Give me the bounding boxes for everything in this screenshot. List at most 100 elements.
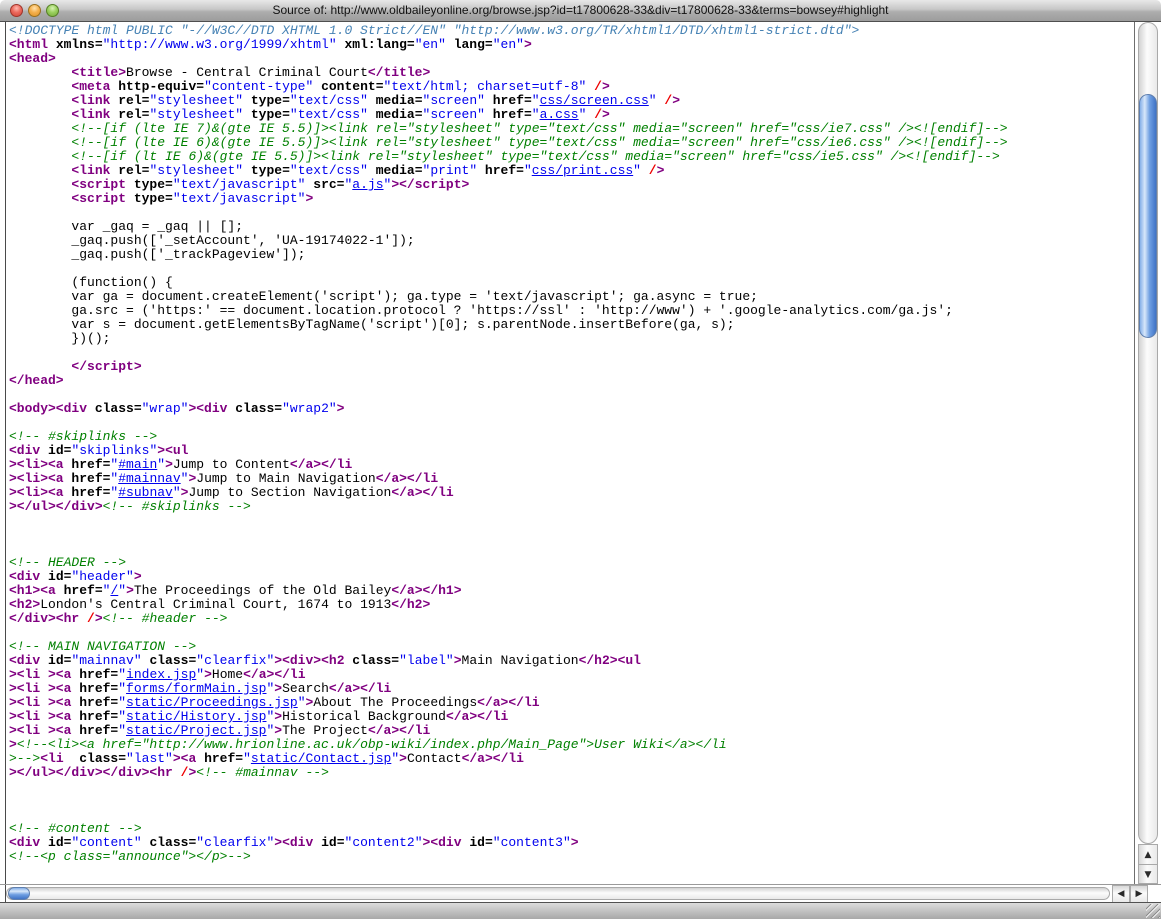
source-token: ><ul bbox=[157, 443, 188, 458]
source-line: <script type="text/javascript" src="a.js… bbox=[9, 178, 1134, 192]
source-href-link[interactable]: static/Contact.jsp bbox=[251, 751, 391, 766]
source-line: <!-- MAIN NAVIGATION --> bbox=[9, 640, 1134, 654]
resize-grip-icon[interactable] bbox=[1146, 904, 1160, 918]
scroll-right-button[interactable]: ▶ bbox=[1130, 885, 1148, 903]
source-token: http-equiv= bbox=[110, 79, 204, 94]
horizontal-scroll-thumb[interactable] bbox=[8, 887, 30, 900]
source-token bbox=[9, 135, 71, 150]
window-title: Source of: http://www.oldbaileyonline.or… bbox=[0, 3, 1161, 17]
status-bar bbox=[0, 902, 1161, 919]
source-line: <!-- #skiplinks --> bbox=[9, 430, 1134, 444]
source-line: <link rel="stylesheet" type="text/css" m… bbox=[9, 108, 1134, 122]
source-href-link[interactable]: static/Proceedings.jsp bbox=[126, 695, 298, 710]
source-token: <link bbox=[71, 163, 110, 178]
source-token: / bbox=[594, 79, 602, 94]
source-token: </a></li bbox=[329, 681, 391, 696]
left-arrow-icon: ◀ bbox=[1118, 889, 1125, 899]
source-line: <head> bbox=[9, 52, 1134, 66]
source-token bbox=[173, 765, 181, 780]
source-href-link[interactable]: #main bbox=[118, 457, 157, 472]
source-line bbox=[9, 206, 1134, 220]
source-token: ><li ><a bbox=[9, 723, 71, 738]
source-token: "text/css" bbox=[290, 163, 368, 178]
source-line bbox=[9, 542, 1134, 556]
source-line: >--><li class="last"><a href="static/Con… bbox=[9, 752, 1134, 766]
source-token: Main Navigation bbox=[462, 653, 579, 668]
source-token: <h2> bbox=[9, 597, 40, 612]
source-href-link[interactable]: #mainnav bbox=[118, 471, 180, 486]
source-line: _gaq.push(['_trackPageview']); bbox=[9, 248, 1134, 262]
source-token: " bbox=[118, 667, 126, 682]
source-token: Jump to Main Navigation bbox=[196, 471, 375, 486]
source-token: <title> bbox=[71, 65, 126, 80]
source-token: class= bbox=[227, 401, 282, 416]
source-href-link[interactable]: a.js bbox=[352, 177, 383, 192]
source-token: " bbox=[649, 93, 657, 108]
source-token: <!-- #mainnav --> bbox=[196, 765, 329, 780]
source-token: href= bbox=[196, 751, 243, 766]
source-token: " bbox=[157, 457, 165, 472]
source-token: > bbox=[337, 401, 345, 416]
source-line: ><li ><a href="forms/formMain.jsp">Searc… bbox=[9, 682, 1134, 696]
source-token: "clearfix" bbox=[196, 835, 274, 850]
source-token: <!-- #header --> bbox=[103, 611, 228, 626]
source-token: > bbox=[165, 457, 173, 472]
source-token: "text/css" bbox=[290, 93, 368, 108]
source-line: </script> bbox=[9, 360, 1134, 374]
source-line: })(); bbox=[9, 332, 1134, 346]
source-token: ><li ><a bbox=[9, 709, 71, 724]
scroll-left-button[interactable]: ◀ bbox=[1112, 885, 1130, 903]
source-token: "text/css" bbox=[290, 107, 368, 122]
source-href-link[interactable]: css/screen.css bbox=[540, 93, 649, 108]
source-token: class= bbox=[142, 835, 197, 850]
source-view: <!DOCTYPE html PUBLIC "-//W3C//DTD XHTML… bbox=[0, 22, 1134, 884]
source-token: <head> bbox=[9, 51, 56, 66]
source-token: ><li><a bbox=[9, 471, 64, 486]
source-token bbox=[9, 359, 71, 374]
source-token: href= bbox=[71, 709, 118, 724]
source-line: <!--<p class="announce"></p>--> bbox=[9, 850, 1134, 864]
source-token: })(); bbox=[9, 331, 110, 346]
source-token: > bbox=[126, 583, 134, 598]
source-line: ><li ><a href="static/Proceedings.jsp">A… bbox=[9, 696, 1134, 710]
source-href-link[interactable]: forms/formMain.jsp bbox=[126, 681, 266, 696]
source-href-link[interactable]: #subnav bbox=[118, 485, 173, 500]
source-line: ></ul></div></div><hr /><!-- #mainnav --… bbox=[9, 766, 1134, 780]
window-titlebar[interactable]: Source of: http://www.oldbaileyonline.or… bbox=[0, 0, 1161, 22]
source-token: </script> bbox=[71, 359, 141, 374]
source-href-link[interactable]: static/History.jsp bbox=[126, 709, 266, 724]
source-href-link[interactable]: static/Project.jsp bbox=[126, 723, 266, 738]
source-token: class= bbox=[345, 653, 400, 668]
vertical-scroll-thumb[interactable] bbox=[1139, 94, 1157, 338]
source-line: ><li><a href="#mainnav">Jump to Main Nav… bbox=[9, 472, 1134, 486]
horizontal-scroll-track[interactable] bbox=[6, 887, 1110, 900]
source-line: </div><hr /><!-- #header --> bbox=[9, 612, 1134, 626]
source-line: <div id="header"> bbox=[9, 570, 1134, 584]
source-token: var _gaq = _gaq || []; bbox=[9, 219, 243, 234]
source-token: <script bbox=[71, 177, 126, 192]
scroll-down-button[interactable]: ▼ bbox=[1138, 864, 1158, 884]
source-token: href= bbox=[485, 107, 532, 122]
source-line: <meta http-equiv="content-type" content=… bbox=[9, 80, 1134, 94]
source-href-link[interactable]: index.jsp bbox=[126, 667, 196, 682]
horizontal-scrollbar[interactable]: ◀ ▶ bbox=[0, 884, 1161, 902]
source-line bbox=[9, 780, 1134, 794]
source-token: " bbox=[118, 583, 126, 598]
source-line: ><li><a href="#main">Jump to Content</a>… bbox=[9, 458, 1134, 472]
source-token: <!--[if (lte IE 6)&(gte IE 5.5)]><link r… bbox=[71, 135, 1007, 150]
source-href-link[interactable]: a.css bbox=[540, 107, 579, 122]
source-line: <div id="skiplinks"><ul bbox=[9, 444, 1134, 458]
scroll-up-button[interactable]: ▲ bbox=[1138, 844, 1158, 864]
source-href-link[interactable]: css/print.css bbox=[532, 163, 633, 178]
vertical-scrollbar[interactable]: ▲ ▼ bbox=[1134, 22, 1161, 884]
source-token: class= bbox=[64, 751, 126, 766]
source-token: xmlns= bbox=[48, 37, 103, 52]
source-token: ><div bbox=[274, 835, 313, 850]
source-line bbox=[9, 794, 1134, 808]
source-token: > bbox=[657, 163, 665, 178]
source-token: "content-type" bbox=[204, 79, 313, 94]
source-token: </a></li bbox=[243, 667, 305, 682]
source-token: <h1><a bbox=[9, 583, 56, 598]
source-token: <!-- #skiplinks --> bbox=[9, 429, 157, 444]
source-token: ga.src = ('https:' == document.location.… bbox=[9, 303, 953, 318]
